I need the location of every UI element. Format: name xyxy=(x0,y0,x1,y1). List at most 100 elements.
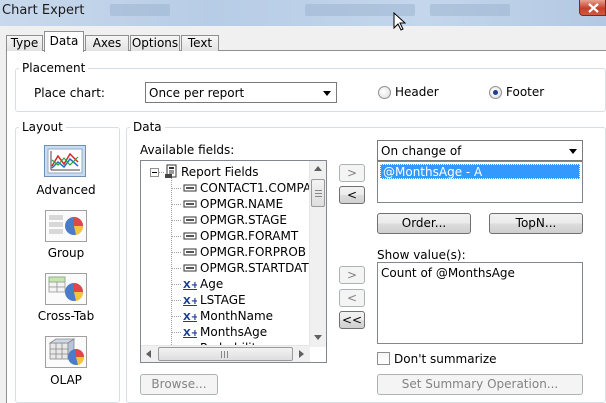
tree-line xyxy=(172,284,182,285)
layout-olap-button[interactable] xyxy=(45,336,87,368)
add-field-button[interactable]: > xyxy=(339,164,365,182)
formula-field-icon: X+1 xyxy=(183,328,197,338)
on-change-of-item[interactable]: @MonthsAge - A xyxy=(380,164,580,179)
tree-field-item[interactable]: MonthsAge xyxy=(200,324,267,340)
layout-group-label: Layout xyxy=(19,120,66,134)
show-values-label: Show value(s): xyxy=(377,248,466,262)
data-group-label: Data xyxy=(130,120,165,134)
place-chart-label: Place chart: xyxy=(34,86,105,100)
placement-group-label: Placement xyxy=(19,61,89,75)
tree-field-item[interactable]: Age xyxy=(200,276,223,292)
tree-field-item[interactable]: OPMGR.STARTDATE xyxy=(200,260,316,276)
tab-text[interactable]: Text xyxy=(181,35,219,51)
header-radio[interactable] xyxy=(378,86,391,99)
layout-group-button[interactable] xyxy=(45,210,87,242)
tree-field-item[interactable]: OPMGR.STAGE xyxy=(200,212,287,228)
add-value-button[interactable]: > xyxy=(339,266,365,284)
tree-line xyxy=(172,316,182,317)
svg-text:X+1: X+1 xyxy=(183,296,197,306)
layout-olap-label: OLAP xyxy=(50,373,82,387)
available-fields-tree[interactable]: Report Fields CONTACT1.COMPANY OPMGR.NAME… xyxy=(140,160,327,363)
place-chart-select[interactable]: Once per report xyxy=(145,82,337,103)
tree-vertical-scrollbar[interactable] xyxy=(309,161,326,347)
order-button[interactable]: Order... xyxy=(377,213,471,234)
show-values-list[interactable]: Count of @MonthsAge xyxy=(377,262,583,344)
close-button[interactable] xyxy=(579,0,606,16)
tree-line xyxy=(172,188,182,189)
database-field-icon xyxy=(183,248,197,256)
horizontal-scroll-thumb[interactable] xyxy=(158,347,293,361)
vertical-scroll-thumb[interactable] xyxy=(311,179,325,207)
remove-all-values-button[interactable]: << xyxy=(339,311,365,329)
tree-field-item[interactable]: OPMGR.FORPROB xyxy=(200,244,306,260)
database-field-icon xyxy=(183,184,197,192)
dont-summarize-checkbox[interactable] xyxy=(377,352,390,365)
tab-data[interactable]: Data xyxy=(44,31,84,52)
mouse-cursor-icon xyxy=(393,12,406,31)
scroll-down-icon[interactable] xyxy=(314,335,322,340)
browse-button[interactable]: Browse... xyxy=(140,374,218,395)
set-summary-operation-button[interactable]: Set Summary Operation... xyxy=(377,374,583,395)
scroll-left-icon[interactable] xyxy=(146,350,151,358)
tree-line xyxy=(172,220,182,221)
remove-field-button[interactable]: < xyxy=(339,186,365,204)
svg-text:X+1: X+1 xyxy=(183,280,197,290)
formula-field-icon: X+1 xyxy=(183,296,197,306)
tree-field-item[interactable]: CONTACT1.COMPANY xyxy=(200,180,326,196)
footer-radio[interactable] xyxy=(489,86,502,99)
tree-line xyxy=(172,252,182,253)
collapse-toggle[interactable] xyxy=(150,168,159,177)
tree-line xyxy=(172,268,182,269)
remove-value-button[interactable]: < xyxy=(339,289,365,307)
show-values-item[interactable]: Count of @MonthsAge xyxy=(381,266,515,280)
tree-line xyxy=(172,204,182,205)
topn-button[interactable]: TopN... xyxy=(489,213,583,234)
tree-line xyxy=(172,236,182,237)
footer-radio-label: Footer xyxy=(506,85,545,99)
database-field-icon xyxy=(183,200,197,208)
crosstab-chart-icon xyxy=(48,276,84,301)
tree-horizontal-scrollbar[interactable] xyxy=(141,345,310,362)
title-bar-blur xyxy=(430,4,510,16)
scroll-right-icon[interactable] xyxy=(299,350,304,358)
scroll-up-icon[interactable] xyxy=(314,166,322,171)
tree-field-item[interactable]: MonthName xyxy=(200,308,273,324)
on-change-of-value: On change of xyxy=(381,144,462,158)
on-change-of-list[interactable]: @MonthsAge - A xyxy=(377,161,583,203)
tab-axes[interactable]: Axes xyxy=(85,35,129,51)
database-field-icon xyxy=(183,216,197,224)
layout-advanced-label: Advanced xyxy=(36,183,96,197)
layout-advanced-button[interactable] xyxy=(44,145,86,177)
advanced-chart-icon xyxy=(47,148,83,174)
database-field-icon xyxy=(183,264,197,272)
tree-line xyxy=(172,332,182,333)
available-fields-label: Available fields: xyxy=(140,143,235,157)
tab-type[interactable]: Type xyxy=(6,35,43,51)
place-chart-value: Once per report xyxy=(149,86,245,100)
close-icon xyxy=(588,3,599,13)
formula-field-icon: X+1 xyxy=(183,312,197,322)
svg-text:X+1: X+1 xyxy=(183,328,197,338)
chevron-down-icon xyxy=(323,91,331,96)
formula-field-icon: X+1 xyxy=(183,280,197,290)
chevron-down-icon xyxy=(569,149,577,154)
title-bar-blur xyxy=(110,4,170,16)
tree-line xyxy=(172,300,182,301)
on-change-of-select[interactable]: On change of xyxy=(377,140,583,161)
window-title: Chart Expert xyxy=(2,3,85,18)
title-bar: Chart Expert xyxy=(0,0,606,26)
database-field-icon xyxy=(183,232,197,240)
layout-crosstab-label: Cross-Tab xyxy=(37,309,95,323)
group-chart-icon xyxy=(49,215,84,235)
tab-options[interactable]: Options xyxy=(130,35,180,51)
tree-field-item[interactable]: OPMGR.NAME xyxy=(200,196,283,212)
tree-field-item[interactable]: OPMGR.FORAMT xyxy=(200,228,298,244)
layout-crosstab-button[interactable] xyxy=(45,273,87,305)
tree-root-label[interactable]: Report Fields xyxy=(181,164,259,180)
svg-text:X+1: X+1 xyxy=(183,312,197,322)
layout-group-label: Group xyxy=(47,246,85,260)
dont-summarize-label: Don't summarize xyxy=(394,352,497,366)
header-radio-label: Header xyxy=(395,85,439,99)
report-fields-icon xyxy=(165,164,177,178)
tree-field-item[interactable]: LSTAGE xyxy=(200,292,246,308)
